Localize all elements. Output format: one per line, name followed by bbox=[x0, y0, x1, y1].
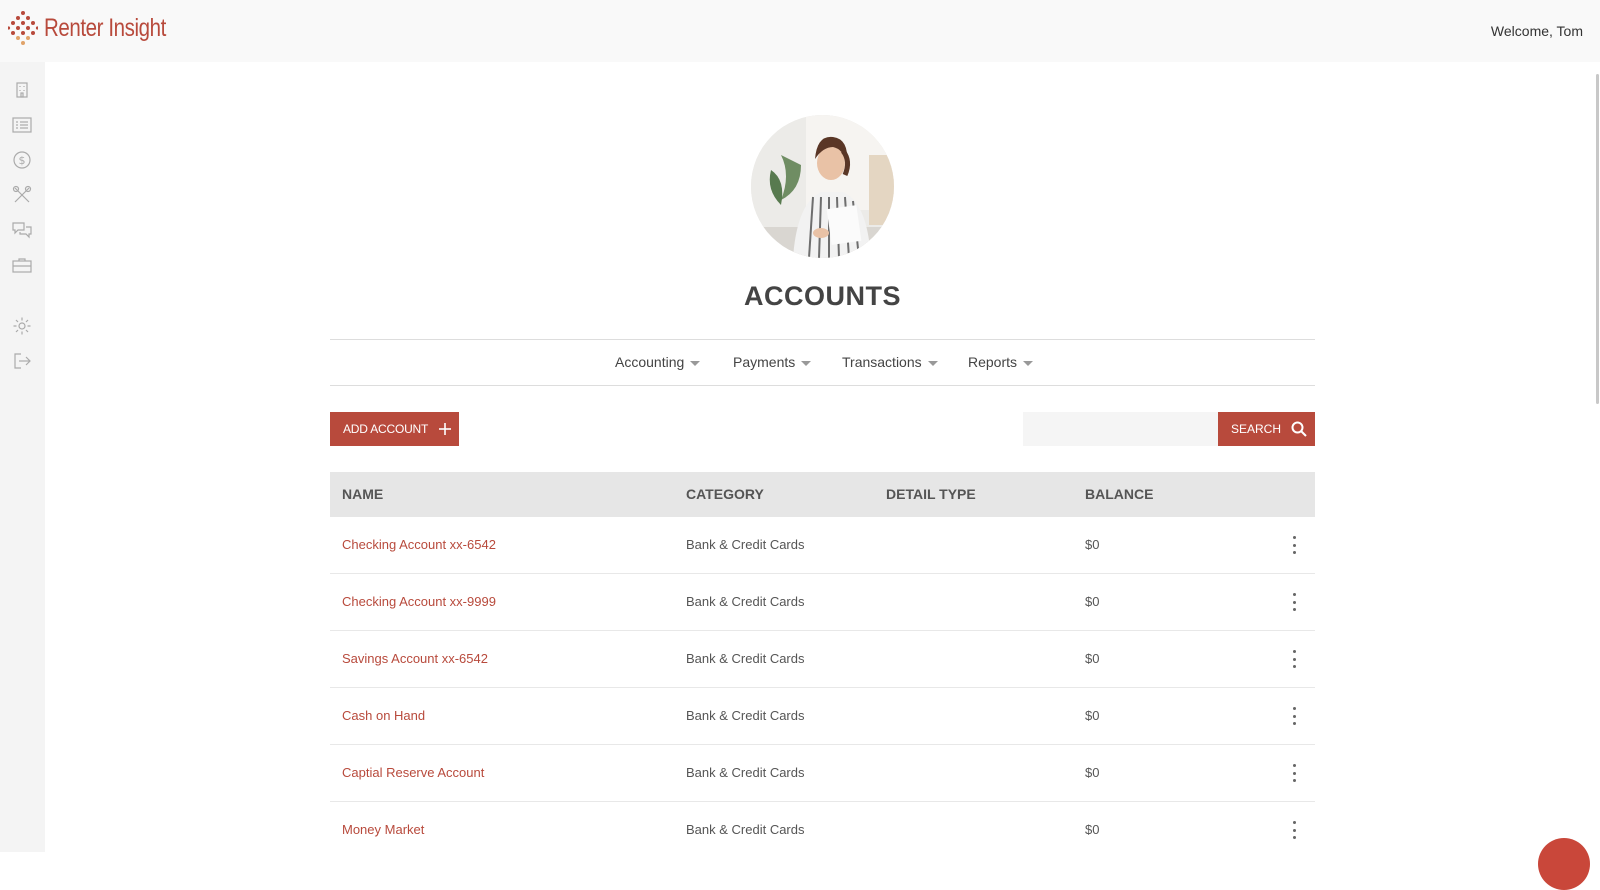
search-label: SEARCH bbox=[1231, 422, 1282, 436]
tab-accounting[interactable]: Accounting bbox=[615, 354, 701, 370]
top-bar: Renter Insight Welcome, Tom bbox=[0, 0, 1600, 62]
account-name-link[interactable]: Captial Reserve Account bbox=[342, 765, 484, 780]
more-options-icon[interactable] bbox=[1291, 707, 1297, 725]
page-scrollbar[interactable] bbox=[1594, 62, 1600, 852]
account-category: Bank & Credit Cards bbox=[686, 708, 805, 723]
svg-text:$: $ bbox=[19, 154, 26, 167]
logo-icon bbox=[8, 11, 38, 45]
section-tabs: Accounting Payments Transactions Reports bbox=[330, 339, 1315, 386]
chat-icon[interactable] bbox=[10, 218, 34, 242]
table-row: Savings Account xx-6542 Bank & Credit Ca… bbox=[330, 631, 1315, 688]
tab-transactions[interactable]: Transactions bbox=[842, 354, 938, 370]
tab-label: Transactions bbox=[842, 354, 922, 370]
table-row: Checking Account xx-9999 Bank & Credit C… bbox=[330, 574, 1315, 631]
more-options-icon[interactable] bbox=[1291, 821, 1297, 839]
add-account-label: ADD ACCOUNT bbox=[343, 422, 429, 436]
sidebar: $ bbox=[0, 62, 45, 852]
account-balance: $0 bbox=[1085, 822, 1100, 837]
table-row: Checking Account xx-6542 Bank & Credit C… bbox=[330, 517, 1315, 574]
account-name-link[interactable]: Money Market bbox=[342, 822, 424, 837]
account-name-link[interactable]: Checking Account xx-6542 bbox=[342, 537, 496, 552]
column-header-category[interactable]: CATEGORY bbox=[686, 486, 764, 502]
dollar-icon[interactable]: $ bbox=[10, 148, 34, 172]
search-input[interactable] bbox=[1023, 412, 1218, 446]
account-balance: $0 bbox=[1085, 537, 1100, 552]
table-row: Money Market Bank & Credit Cards $0 bbox=[330, 802, 1315, 859]
search-button[interactable]: SEARCH bbox=[1218, 412, 1315, 446]
column-header-balance[interactable]: BALANCE bbox=[1085, 486, 1153, 502]
table-row: Captial Reserve Account Bank & Credit Ca… bbox=[330, 745, 1315, 802]
briefcase-icon[interactable] bbox=[10, 253, 34, 277]
search-icon bbox=[1291, 421, 1307, 437]
tab-label: Payments bbox=[733, 354, 796, 370]
caret-down-icon bbox=[927, 360, 938, 366]
logout-icon[interactable] bbox=[10, 349, 34, 373]
account-category: Bank & Credit Cards bbox=[686, 594, 805, 609]
add-account-button[interactable]: ADD ACCOUNT bbox=[330, 412, 459, 446]
column-header-name[interactable]: NAME bbox=[342, 486, 383, 502]
caret-down-icon bbox=[690, 360, 701, 366]
account-category: Bank & Credit Cards bbox=[686, 822, 805, 837]
more-options-icon[interactable] bbox=[1291, 650, 1297, 668]
account-name-link[interactable]: Savings Account xx-6542 bbox=[342, 651, 488, 666]
account-name-link[interactable]: Checking Account xx-9999 bbox=[342, 594, 496, 609]
account-name-link[interactable]: Cash on Hand bbox=[342, 708, 425, 723]
account-balance: $0 bbox=[1085, 651, 1100, 666]
building-icon[interactable] bbox=[10, 78, 34, 102]
account-balance: $0 bbox=[1085, 708, 1100, 723]
tab-payments[interactable]: Payments bbox=[733, 354, 812, 370]
app-logo[interactable]: Renter Insight bbox=[8, 10, 193, 46]
scroll-thumb[interactable] bbox=[1596, 74, 1599, 404]
account-balance: $0 bbox=[1085, 594, 1100, 609]
tab-label: Accounting bbox=[615, 354, 685, 370]
gear-icon[interactable] bbox=[10, 314, 34, 338]
table-row: Cash on Hand Bank & Credit Cards $0 bbox=[330, 688, 1315, 745]
more-options-icon[interactable] bbox=[1291, 536, 1297, 554]
tab-label: Reports bbox=[968, 354, 1018, 370]
welcome-message[interactable]: Welcome, Tom bbox=[1491, 23, 1583, 39]
account-balance: $0 bbox=[1085, 765, 1100, 780]
table-header: NAME CATEGORY DETAIL TYPE BALANCE bbox=[330, 472, 1315, 517]
caret-down-icon bbox=[1023, 360, 1034, 366]
column-header-detail-type[interactable]: DETAIL TYPE bbox=[886, 486, 976, 502]
caret-down-icon bbox=[801, 360, 812, 366]
more-options-icon[interactable] bbox=[1291, 593, 1297, 611]
app-name: Renter Insight bbox=[44, 13, 166, 42]
account-category: Bank & Credit Cards bbox=[686, 651, 805, 666]
list-icon[interactable] bbox=[10, 113, 34, 137]
tools-icon[interactable] bbox=[10, 183, 34, 207]
tab-reports[interactable]: Reports bbox=[968, 354, 1034, 370]
accounts-hero-avatar bbox=[751, 115, 894, 258]
page-title: ACCOUNTS bbox=[744, 281, 901, 311]
account-category: Bank & Credit Cards bbox=[686, 765, 805, 780]
account-category: Bank & Credit Cards bbox=[686, 537, 805, 552]
help-chat-button[interactable] bbox=[1538, 838, 1590, 890]
more-options-icon[interactable] bbox=[1291, 764, 1297, 782]
plus-icon bbox=[439, 423, 452, 435]
